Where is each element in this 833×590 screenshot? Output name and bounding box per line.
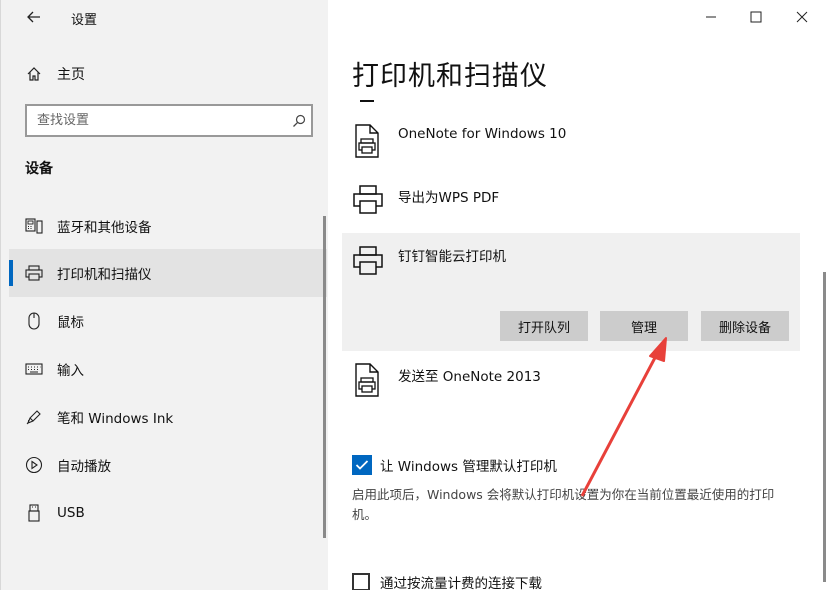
printer-icon [25, 265, 43, 281]
metered-download-setting[interactable]: 通过按流量计费的连接下载 [352, 572, 542, 590]
metered-download-label: 通过按流量计费的连接下载 [380, 576, 542, 590]
search-icon[interactable] [287, 114, 311, 128]
default-printer-checkbox[interactable] [352, 455, 372, 475]
printer-icon [353, 185, 383, 214]
printer-icon [353, 246, 383, 275]
sidebar-item-label: 鼠标 [57, 315, 84, 331]
sidebar-item-label: 蓝牙和其他设备 [57, 220, 152, 236]
search-input[interactable] [27, 113, 287, 128]
title-underline [360, 100, 374, 102]
home-icon [25, 66, 43, 82]
keyboard-icon [25, 363, 43, 375]
printer-name: 发送至 OneNote 2013 [398, 369, 541, 385]
app-title: 设置 [71, 13, 98, 28]
printer-file-icon [355, 124, 379, 158]
search-box[interactable] [25, 104, 313, 137]
back-arrow-icon [27, 11, 40, 23]
printer-item[interactable]: 导出为WPS PDF [342, 184, 800, 228]
sidebar: 设置 主页 设备 蓝牙和其他设备 打印机和扫描仪 鼠标 输入 [0, 0, 328, 590]
sidebar-item-autoplay[interactable]: 自动播放 [9, 441, 327, 489]
default-printer-label: 让 Windows 管理默认打印机 [380, 459, 557, 475]
usb-icon [25, 504, 43, 522]
maximize-button[interactable] [743, 4, 769, 30]
sidebar-item-typing[interactable]: 输入 [9, 345, 327, 393]
printer-name: OneNote for Windows 10 [398, 126, 567, 142]
sidebar-item-printers[interactable]: 打印机和扫描仪 [9, 249, 327, 297]
remove-device-button[interactable]: 删除设备 [701, 311, 789, 341]
bluetooth-device-icon [25, 218, 43, 234]
minimize-button[interactable] [698, 4, 724, 30]
sidebar-item-label: 打印机和扫描仪 [57, 267, 152, 283]
printer-name: 钉钉智能云打印机 [398, 249, 506, 265]
section-title: 设备 [25, 161, 53, 177]
manage-button[interactable]: 管理 [600, 311, 688, 341]
printer-file-icon [355, 363, 379, 397]
sidebar-item-usb[interactable]: USB [9, 489, 327, 537]
default-printer-description: 启用此项后，Windows 会将默认打印机设置为你在当前位置最近使用的打印机。 [352, 487, 775, 522]
back-button[interactable] [23, 6, 45, 28]
minimize-icon [706, 16, 716, 18]
printer-item[interactable]: 发送至 OneNote 2013 [342, 363, 800, 407]
main-content: 打印机和扫描仪 OneNote for Windows 10 导出为WPS PD… [328, 0, 833, 590]
close-button[interactable] [789, 4, 815, 30]
printer-name: 导出为WPS PDF [398, 190, 500, 206]
close-icon [796, 11, 808, 23]
checkmark-icon [355, 460, 369, 470]
default-printer-setting[interactable]: 让 Windows 管理默认打印机 [352, 455, 557, 475]
pen-icon [25, 409, 43, 425]
sidebar-item-label: 笔和 Windows Ink [57, 411, 174, 427]
sidebar-scrollbar[interactable] [323, 216, 326, 538]
sidebar-item-bluetooth[interactable]: 蓝牙和其他设备 [9, 202, 327, 250]
metered-download-checkbox[interactable] [352, 573, 370, 590]
main-scrollbar[interactable] [823, 272, 826, 582]
sidebar-item-pen[interactable]: 笔和 Windows Ink [9, 393, 327, 441]
maximize-icon [750, 11, 762, 23]
sidebar-item-label: 自动播放 [57, 459, 111, 475]
printer-item[interactable]: OneNote for Windows 10 [342, 124, 800, 168]
sidebar-item-label: 输入 [57, 363, 84, 379]
mouse-icon [25, 312, 43, 330]
home-nav[interactable]: 主页 [9, 56, 327, 92]
autoplay-icon [25, 456, 43, 474]
sidebar-item-label: USB [57, 505, 85, 521]
sidebar-item-mouse[interactable]: 鼠标 [9, 297, 327, 345]
page-title: 打印机和扫描仪 [352, 61, 548, 92]
open-queue-button[interactable]: 打开队列 [500, 311, 588, 341]
home-label: 主页 [57, 67, 85, 83]
